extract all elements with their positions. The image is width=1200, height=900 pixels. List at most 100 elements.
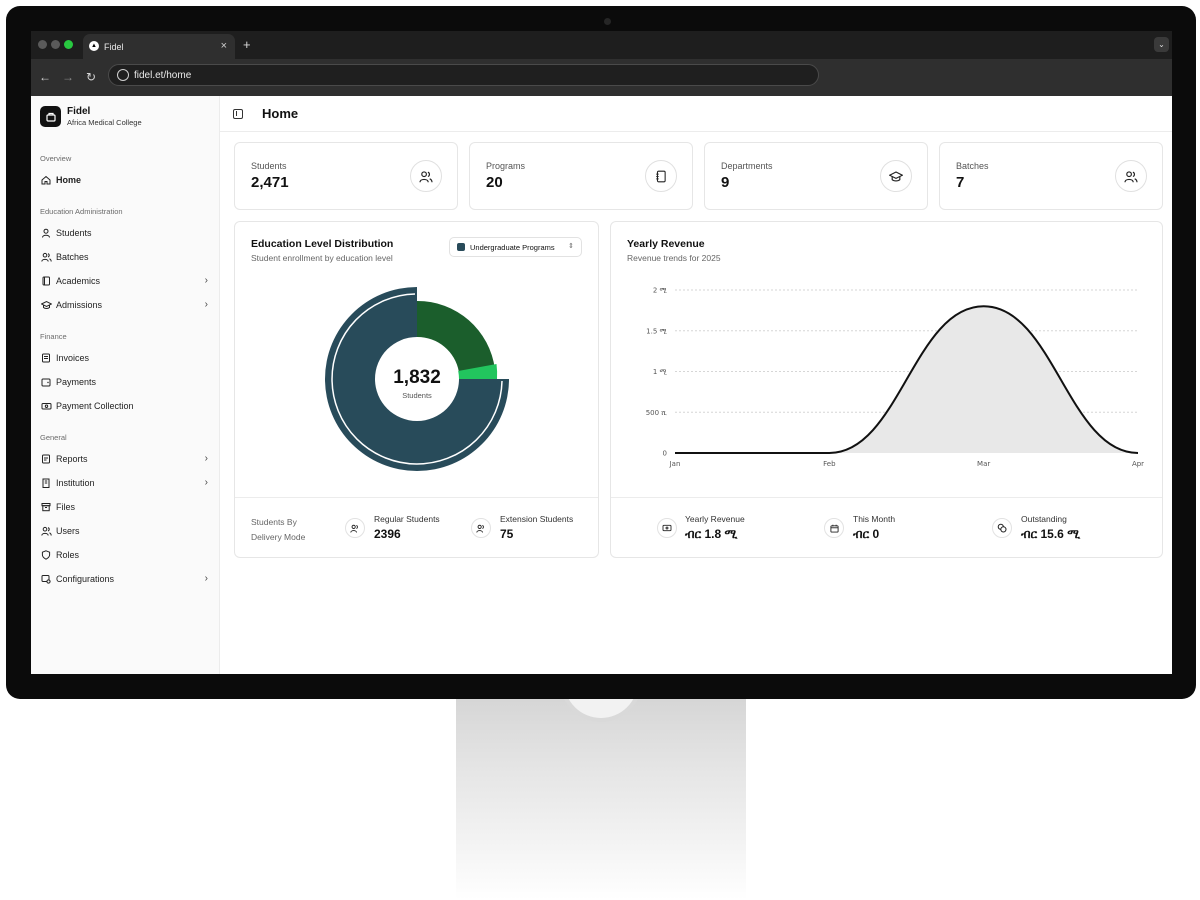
tab-close-icon[interactable]: × <box>221 40 227 52</box>
brand-subtitle: Africa Medical College <box>67 118 142 127</box>
sidebar-item-label: Institution <box>56 478 95 488</box>
yearly-revenue-card: Yearly Revenue Revenue trends for 2025 0… <box>610 221 1163 558</box>
education-distribution-card: Education Level Distribution Student enr… <box>234 221 599 558</box>
chevron-updown-icon: ⇕ <box>568 243 574 250</box>
sidebar: Fidel Africa Medical College Overview Ho… <box>31 96 220 674</box>
window-zoom-dot[interactable] <box>64 40 73 49</box>
sidebar-toggle-icon[interactable] <box>233 109 243 119</box>
sidebar-item-files[interactable]: Files <box>40 498 212 516</box>
sidebar-item-users[interactable]: Users <box>40 522 212 540</box>
window-close-dot[interactable] <box>38 40 47 49</box>
banknote-icon <box>657 518 677 538</box>
card-subtitle: Revenue trends for 2025 <box>627 253 721 263</box>
shield-icon <box>40 549 52 561</box>
app: Fidel Africa Medical College Overview Ho… <box>31 96 1172 674</box>
sidebar-item-students[interactable]: Students <box>40 224 212 242</box>
archive-icon <box>40 501 52 513</box>
sidebar-item-academics[interactable]: Academics › <box>40 272 212 290</box>
notebook-icon <box>645 160 677 192</box>
sidebar-item-roles[interactable]: Roles <box>40 546 212 564</box>
stat-card-batches: Batches 7 <box>939 142 1163 210</box>
browser-toolbar: ← → ↻ fidel.et/home <box>31 59 1172 96</box>
browser-tab-bar: ▲ Fidel × + ⌄ <box>31 31 1172 59</box>
y-tick-label: 500 ሺ <box>646 409 668 417</box>
window-minimize-dot[interactable] <box>51 40 60 49</box>
stat-value: 7 <box>956 174 965 191</box>
sidebar-item-label: Roles <box>56 550 80 560</box>
stat-label: Programs <box>486 161 526 171</box>
tab-title: Fidel <box>104 42 124 52</box>
user-icon <box>40 227 52 239</box>
card-subtitle: Student enrollment by education level <box>251 253 393 263</box>
browser-tab[interactable]: ▲ Fidel × <box>83 34 235 59</box>
x-tick-label: Apr <box>1132 460 1144 468</box>
users-icon <box>345 518 365 538</box>
stat-label: Departments <box>721 161 773 171</box>
main-content: Home Students 2,471 Programs 20 Departme… <box>220 96 1172 674</box>
sidebar-item-configurations[interactable]: Configurations › <box>40 570 212 588</box>
sidebar-item-payments[interactable]: Payments <box>40 373 212 391</box>
forward-arrow-icon[interactable]: → <box>62 70 74 84</box>
x-tick-label: Feb <box>823 460 836 468</box>
address-bar[interactable]: fidel.et/home <box>108 64 819 86</box>
stat-label: Batches <box>956 161 989 171</box>
sidebar-item-label: Files <box>56 502 76 512</box>
new-tab-icon[interactable]: + <box>243 37 251 52</box>
program-select-value: Undergraduate Programs <box>470 242 555 252</box>
section-education-administration: Education Administration <box>40 207 123 216</box>
brand-logo-icon[interactable] <box>40 106 61 127</box>
donut-center-value: 1,832 <box>393 367 441 388</box>
sidebar-item-batches[interactable]: Batches <box>40 248 212 266</box>
stat-card-departments: Departments 9 <box>704 142 928 210</box>
tab-search-chevron-icon[interactable]: ⌄ <box>1154 37 1169 52</box>
users-icon <box>40 525 52 537</box>
sidebar-item-label: Reports <box>56 454 88 464</box>
yearly-revenue-value: ብር 1.8 ሚ <box>685 527 738 541</box>
y-tick-label: 0 <box>663 450 667 458</box>
sidebar-item-institution[interactable]: Institution › <box>40 474 212 492</box>
sidebar-item-label: Payments <box>56 377 97 387</box>
this-month-label: This Month <box>853 514 896 524</box>
revenue-footer: Yearly Revenue ብር 1.8 ሚ This Month ብር 0 … <box>611 497 1162 559</box>
sidebar-item-label: Admissions <box>56 300 103 310</box>
y-tick-label: 1 ሚ <box>653 368 668 376</box>
invoice-icon <box>40 352 52 364</box>
graduation-cap-icon <box>40 299 52 311</box>
users-icon <box>40 251 52 263</box>
page-header: Home <box>220 96 1172 132</box>
stat-value: 9 <box>721 174 730 191</box>
back-arrow-icon[interactable]: ← <box>39 70 51 84</box>
regular-students-label: Regular Students <box>374 514 440 524</box>
wallet-icon <box>40 376 52 388</box>
program-select[interactable]: Undergraduate Programs ⇕ <box>449 237 582 257</box>
sidebar-item-invoices[interactable]: Invoices <box>40 349 212 367</box>
sidebar-item-admissions[interactable]: Admissions › <box>40 296 212 314</box>
x-tick-label: Mar <box>977 460 990 468</box>
reload-icon[interactable]: ↻ <box>86 70 96 84</box>
sidebar-item-home[interactable]: Home <box>40 171 212 189</box>
section-finance: Finance <box>40 332 67 341</box>
sidebar-item-reports[interactable]: Reports › <box>40 450 212 468</box>
stat-card-programs: Programs 20 <box>469 142 693 210</box>
sidebar-item-label: Users <box>56 526 80 536</box>
stat-value: 2,471 <box>251 174 289 191</box>
users-icon <box>471 518 491 538</box>
sidebar-item-label: Batches <box>56 252 89 262</box>
page-title: Home <box>262 106 299 121</box>
sidebar-item-label: Students <box>56 228 92 238</box>
book-icon <box>40 275 52 287</box>
section-general: General <box>40 433 67 442</box>
users-icon <box>410 160 442 192</box>
stat-value: 20 <box>486 174 503 191</box>
donut-segment-dark-green[interactable] <box>417 300 495 372</box>
brand-name: Fidel <box>67 106 91 117</box>
stat-label: Students <box>251 161 287 171</box>
card-title: Yearly Revenue <box>627 238 705 250</box>
sidebar-item-payment-collection[interactable]: Payment Collection <box>40 397 212 415</box>
graduation-cap-icon <box>880 160 912 192</box>
sidebar-item-label: Academics <box>56 276 101 286</box>
chevron-right-icon: › <box>204 573 208 584</box>
chevron-right-icon: › <box>204 477 208 488</box>
banknote-icon <box>40 400 52 412</box>
extension-students-label: Extension Students <box>500 514 574 524</box>
